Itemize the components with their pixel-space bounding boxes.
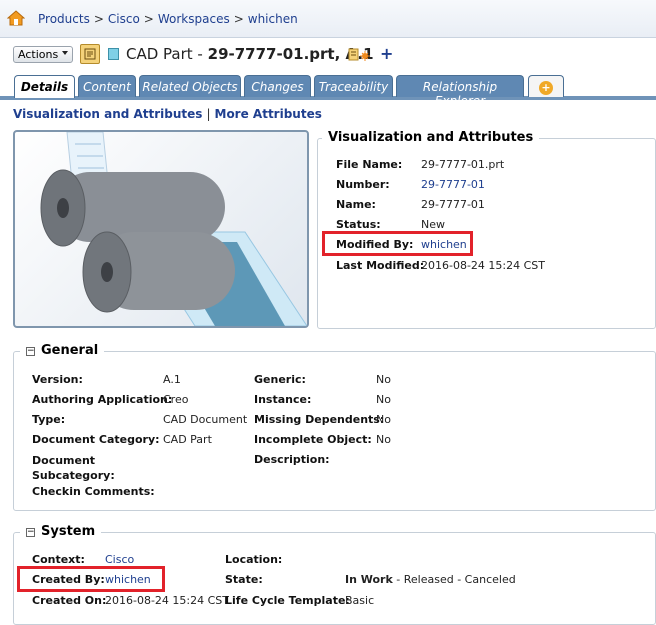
type-label: Type: (32, 413, 66, 426)
type-value: CAD Document (163, 413, 248, 426)
chevron-down-icon (62, 51, 68, 55)
number-link[interactable]: 29-7777-01 (421, 178, 485, 191)
info-page-icon[interactable] (80, 44, 100, 64)
instance-label: Instance: (254, 393, 312, 406)
incomplete-object-label: Incomplete Object: (254, 433, 372, 446)
tab-changes[interactable]: Changes (244, 75, 311, 97)
home-icon[interactable] (6, 10, 26, 26)
file-name-label: File Name: (336, 158, 403, 171)
link-visualization-attributes[interactable]: Visualization and Attributes (13, 107, 202, 121)
life-cycle-template-value: Basic (345, 594, 375, 607)
breadcrumb-separator: > (93, 12, 104, 26)
description-label: Description: (254, 453, 330, 466)
created-by-label: Created By: (32, 573, 105, 586)
page-title: CAD Part - 29-7777-01.prt, A.1 (126, 45, 374, 63)
breadcrumb-workspaces[interactable]: Workspaces (158, 12, 230, 26)
system-title[interactable]: − System (20, 524, 102, 539)
visualization-attributes-title: Visualization and Attributes (322, 130, 540, 145)
breadcrumb-separator: > (233, 12, 244, 26)
link-more-attributes[interactable]: More Attributes (215, 107, 322, 121)
location-label: Location: (225, 553, 283, 566)
section-links: Visualization and Attributes | More Attrib… (13, 107, 322, 121)
add-icon[interactable]: + (380, 44, 393, 63)
tab-content[interactable]: Content (78, 75, 136, 97)
generic-value: No (376, 373, 391, 386)
tab-traceability[interactable]: Traceability (314, 75, 393, 97)
missing-dependents-label: Missing Dependents: (254, 413, 385, 426)
actions-label: Actions (18, 48, 59, 61)
file-name-value: 29-7777-01.prt (421, 158, 505, 171)
version-label: Version: (32, 373, 83, 386)
status-label: Status: (336, 218, 381, 231)
cad-part-icon (108, 48, 119, 60)
breadcrumb-user[interactable]: whichen (248, 12, 298, 26)
life-cycle-template-label: Life Cycle Template: (225, 594, 350, 607)
status-value: New (421, 218, 445, 231)
checkin-comments-label: Checkin Comments: (32, 485, 155, 498)
tab-relationship-explorer[interactable]: Relationship Explorer (396, 75, 524, 108)
object-type: CAD Part - (126, 45, 203, 63)
general-title[interactable]: − General (20, 343, 105, 358)
created-by-link[interactable]: whichen (105, 573, 151, 586)
breadcrumb-separator: > (143, 12, 154, 26)
tab-strip: Details Content Related Objects Changes … (0, 75, 656, 108)
incomplete-object-value: No (376, 433, 391, 446)
state-value: In Work - Released - Canceled (345, 573, 516, 586)
version-value: A.1 (163, 373, 181, 386)
context-link[interactable]: Cisco (105, 553, 134, 566)
generic-label: Generic: (254, 373, 306, 386)
state-label: State: (225, 573, 263, 586)
name-value: 29-7777-01 (421, 198, 485, 211)
modified-by-label: Modified By: (336, 238, 414, 251)
last-modified-label: Last Modified: (336, 259, 425, 272)
created-on-label: Created On: (32, 594, 107, 607)
missing-dependents-value: No (376, 413, 391, 426)
add-tab-icon: + (539, 81, 553, 95)
visualization-thumbnail[interactable] (13, 130, 309, 328)
state-current: In Work (345, 573, 393, 586)
breadcrumb-cisco[interactable]: Cisco (108, 12, 140, 26)
instance-value: No (376, 393, 391, 406)
last-modified-value: 2016-08-24 15:24 CST (421, 259, 546, 272)
breadcrumb: Products > Cisco > Workspaces > whichen (38, 12, 298, 26)
tab-add[interactable]: + (528, 75, 564, 97)
breadcrumb-products[interactable]: Products (38, 12, 90, 26)
document-category-value: CAD Part (163, 433, 212, 446)
state-others: - Released - Canceled (392, 573, 516, 586)
context-label: Context: (32, 553, 85, 566)
name-label: Name: (336, 198, 376, 211)
document-category-label: Document Category: (32, 433, 160, 446)
tab-related-objects[interactable]: Related Objects (139, 75, 241, 97)
authoring-application-label: Authoring Application: (32, 393, 173, 406)
authoring-application-value: Creo (163, 393, 189, 406)
number-label: Number: (336, 178, 390, 191)
collapse-icon[interactable]: − (26, 528, 35, 537)
actions-menu-button[interactable]: Actions (13, 46, 73, 63)
document-subcategory-label: Document Subcategory: (32, 454, 115, 482)
modified-by-link[interactable]: whichen (421, 238, 467, 251)
collapse-icon[interactable]: − (26, 347, 35, 356)
tab-details[interactable]: Details (14, 75, 75, 98)
created-on-value: 2016-08-24 15:24 CST (105, 594, 230, 607)
